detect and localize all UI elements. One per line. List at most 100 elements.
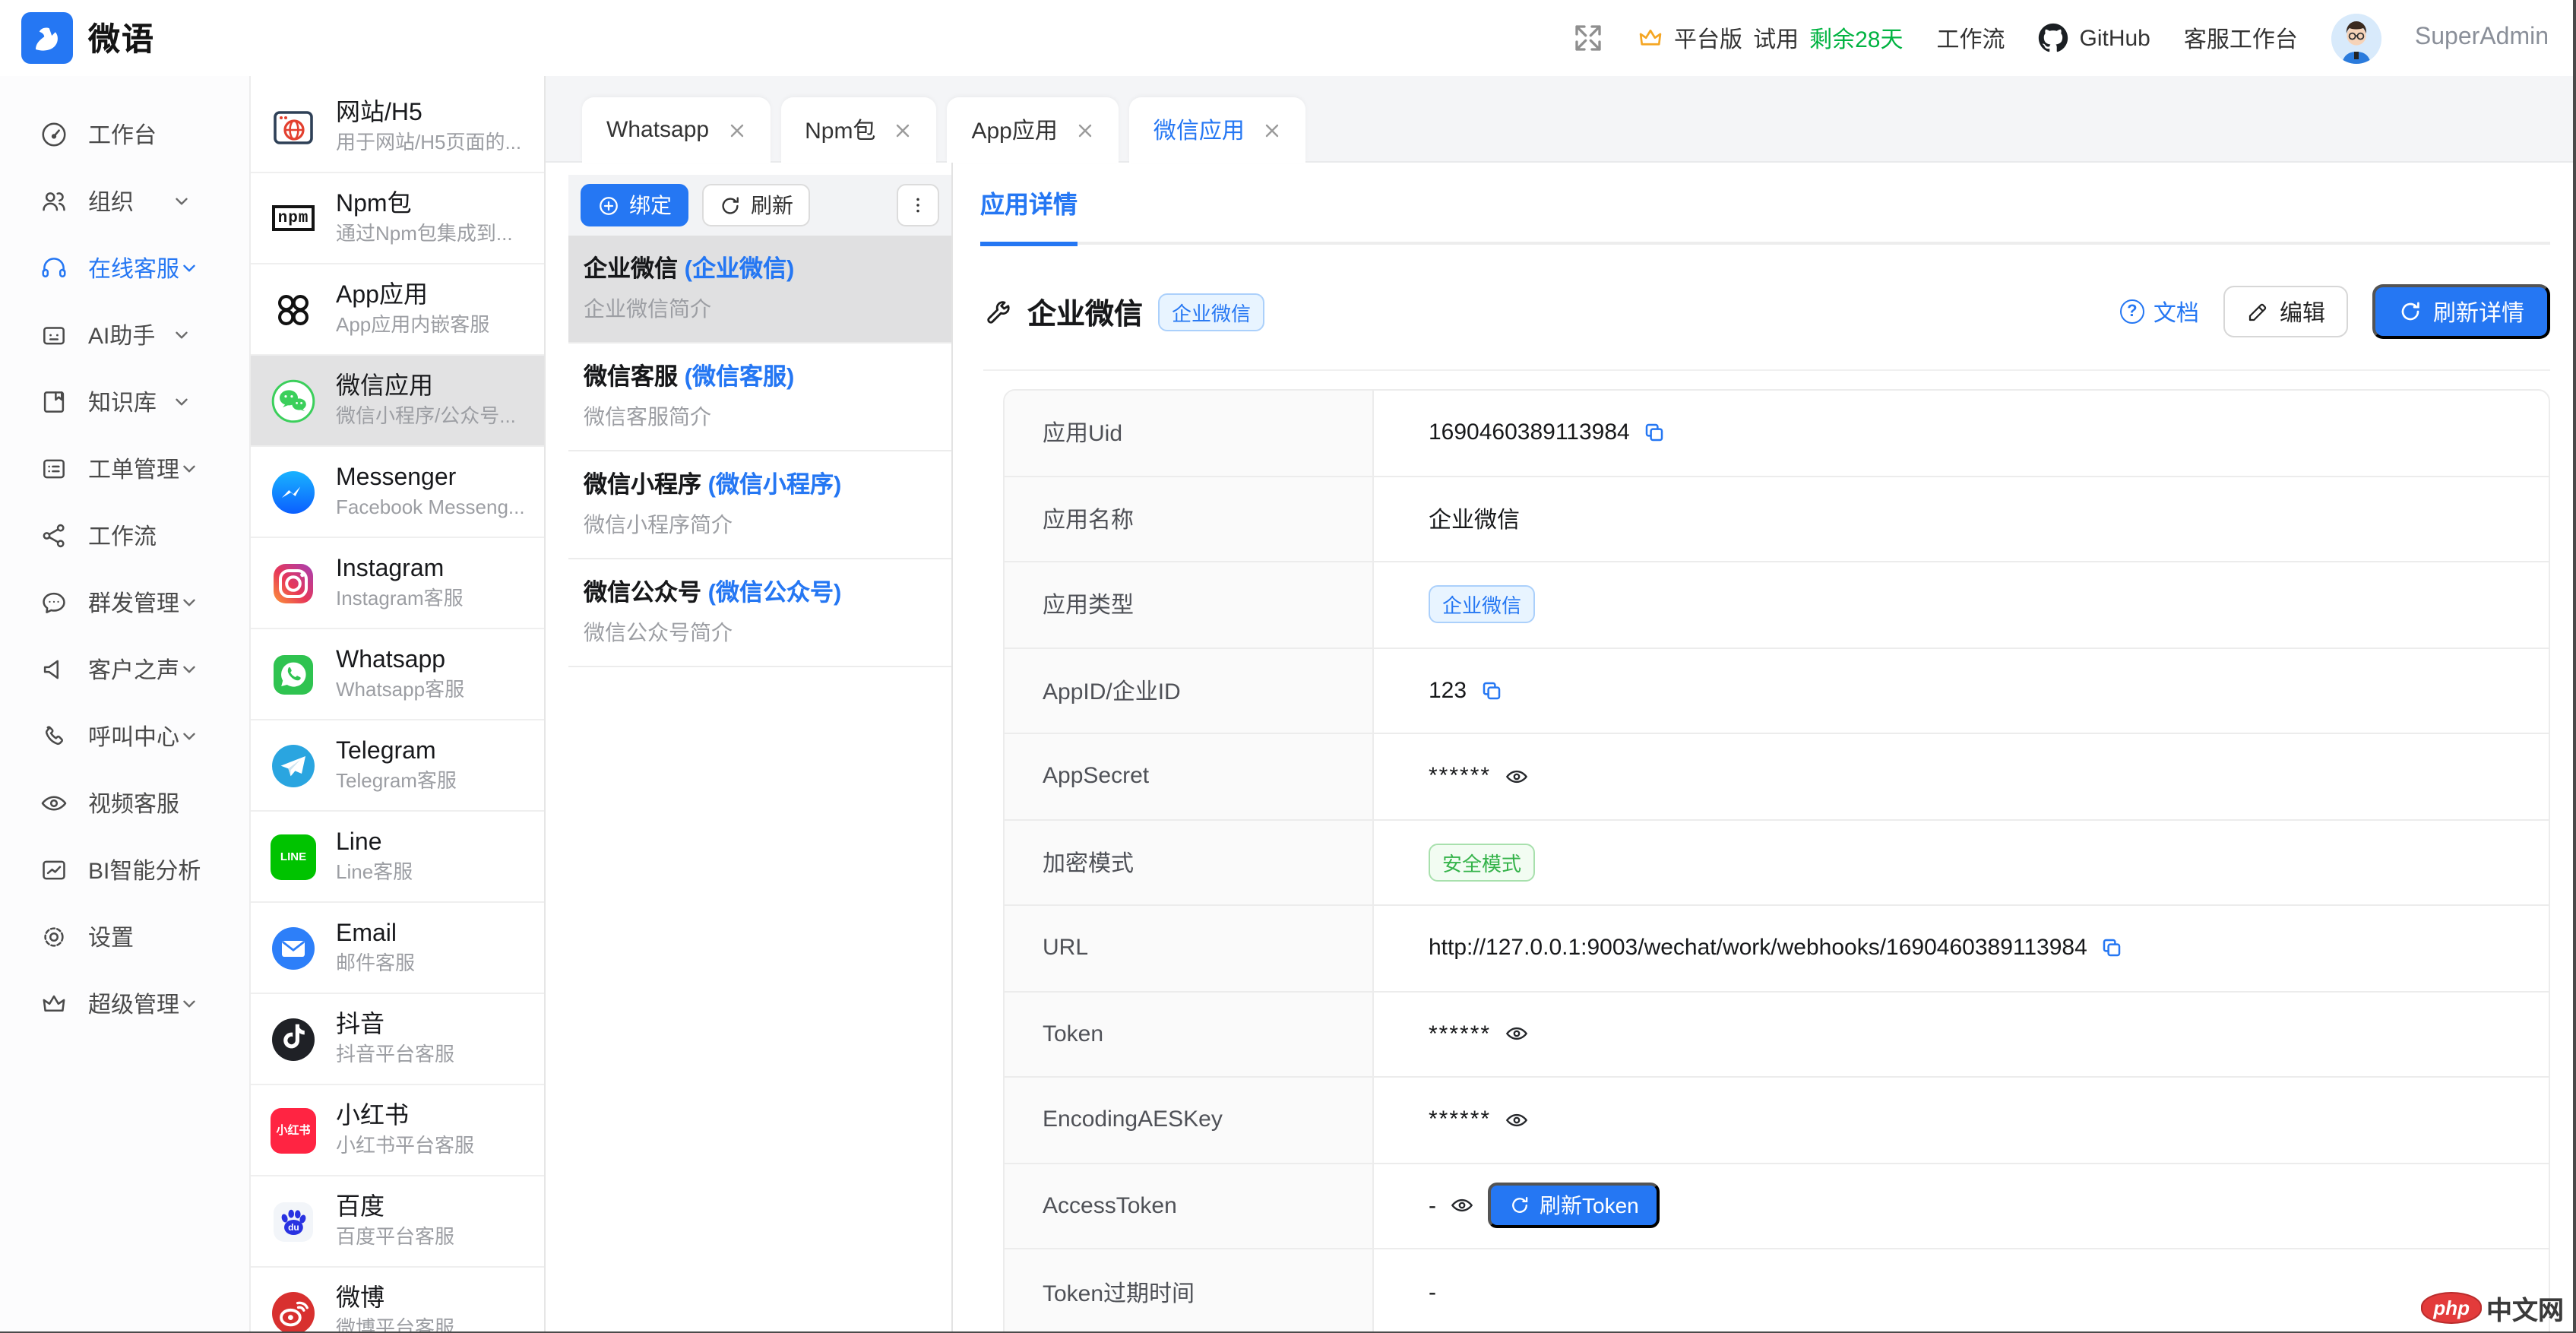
close-icon[interactable] [727, 121, 745, 139]
sidebar-item-knowledge-base[interactable]: 知识库 [0, 368, 249, 435]
topbar-agent-workbench-link[interactable]: 客服工作台 [2184, 22, 2298, 54]
plan-mode: 试用 [1753, 22, 1799, 54]
sidebar-item-broadcast-management[interactable]: 群发管理 [0, 568, 249, 635]
book-icon [40, 387, 68, 416]
close-icon[interactable] [894, 121, 912, 139]
sidebar-item-call-center[interactable]: 呼叫中心 [0, 702, 249, 769]
close-icon[interactable] [1076, 121, 1094, 139]
app-item-wechat-official[interactable]: 微信公众号 (微信公众号) 微信公众号简介 [568, 559, 951, 667]
tab-app-detail[interactable]: 应用详情 [980, 184, 1081, 242]
robot-icon [40, 320, 68, 349]
sidebar-item-video-service[interactable]: 视频客服 [0, 769, 249, 836]
app-item-wechat-service[interactable]: 微信客服 (微信客服) 微信客服简介 [568, 344, 951, 451]
svg-text:du: du [288, 1221, 299, 1232]
sidebar-item-online-service[interactable]: 在线客服 [0, 234, 249, 301]
app-name-value: 企业微信 [1429, 503, 1520, 535]
sidebar-item-workbench[interactable]: 工作台 [0, 100, 249, 167]
topbar-workflow-link[interactable]: 工作流 [1936, 22, 2005, 54]
channel-item-xiaohongshu[interactable]: 小红书小红书平台客服 [251, 1085, 544, 1176]
topbar-github-link[interactable]: GitHub [2039, 23, 2150, 53]
webhook-url-value: http://127.0.0.1:9003/wechat/work/webhoo… [1429, 936, 2087, 961]
app-item-work-wechat[interactable]: 企业微信 (企业微信) 企业微信简介 [568, 236, 951, 344]
table-row-access-token: AccessToken - 刷新Token [1005, 1164, 2549, 1249]
channel-item-app[interactable]: App应用App应用内嵌客服 [251, 264, 544, 356]
doc-link[interactable]: 文档 [2120, 296, 2199, 328]
chevron-down-icon [179, 659, 199, 679]
phone-icon [40, 721, 68, 750]
dove-logo-icon [29, 20, 65, 56]
channel-item-messenger[interactable]: MessengerFacebook Messeng... [251, 447, 544, 538]
list-icon [40, 454, 68, 483]
copy-icon[interactable] [2101, 937, 2124, 960]
chevron-down-icon [172, 391, 191, 411]
table-row-app-type: 应用类型 企业微信 [1005, 562, 2549, 648]
github-icon [2039, 23, 2069, 53]
plan-trial-info[interactable]: 平台版 试用 剩余28天 [1636, 22, 1903, 54]
tab-app[interactable]: App应用 [947, 97, 1118, 163]
channel-item-whatsapp[interactable]: WhatsappWhatsapp客服 [251, 629, 544, 720]
chart-icon [40, 855, 68, 884]
channel-item-baidu[interactable]: du 百度百度平台客服 [251, 1176, 544, 1268]
table-row-uid: 应用Uid 1690460389113984 [1005, 391, 2549, 477]
app-logo[interactable] [21, 12, 73, 64]
app-uid-value: 1690460389113984 [1429, 420, 1630, 446]
app-type-badge: 企业微信 [1158, 293, 1264, 331]
instagram-icon [271, 560, 316, 606]
channel-item-website[interactable]: 网站/H5用于网站/H5页面的... [251, 82, 544, 173]
chevron-down-icon [179, 726, 199, 746]
refresh-icon [2398, 299, 2423, 324]
eye-icon[interactable] [1505, 1022, 1529, 1046]
gauge-icon [40, 119, 68, 148]
table-row-token-expiry: Token过期时间 - [1005, 1249, 2549, 1333]
wrench-icon [983, 297, 1012, 326]
app-item-wechat-miniprogram[interactable]: 微信小程序 (微信小程序) 微信小程序简介 [568, 451, 951, 559]
tab-wechat[interactable]: 微信应用 [1129, 97, 1305, 163]
eye-icon[interactable] [1450, 1194, 1474, 1218]
sidebar-item-bi-analytics[interactable]: BI智能分析 [0, 836, 249, 903]
channel-item-wechat[interactable]: 微信应用微信小程序/公众号... [251, 356, 544, 447]
sidebar-item-ticket-management[interactable]: 工单管理 [0, 435, 249, 502]
tab-npm[interactable]: Npm包 [780, 97, 936, 163]
appid-value: 123 [1429, 678, 1467, 704]
topbar: 微语 平台版 试用 剩余28天 工作流 GitHub [0, 0, 2573, 76]
refresh-button[interactable]: 刷新 [702, 184, 810, 226]
channel-item-weibo[interactable]: 微博微博平台客服 [251, 1268, 544, 1333]
app-grid-icon [271, 287, 316, 332]
crown-icon [1636, 24, 1663, 52]
tab-whatsapp[interactable]: Whatsapp [582, 97, 770, 163]
channel-item-line[interactable]: LineLine客服 [251, 812, 544, 903]
channel-item-instagram[interactable]: InstagramInstagram客服 [251, 538, 544, 629]
sidebar-item-ai-assistant[interactable]: AI助手 [0, 301, 249, 368]
token-value: ****** [1429, 1021, 1491, 1047]
eye-icon[interactable] [1505, 765, 1529, 789]
refresh-detail-button[interactable]: 刷新详情 [2372, 284, 2550, 339]
sidebar-item-settings[interactable]: 设置 [0, 903, 249, 970]
email-icon [271, 925, 316, 970]
copy-icon[interactable] [1480, 679, 1503, 702]
channel-item-email[interactable]: Email邮件客服 [251, 903, 544, 994]
messenger-icon [271, 469, 316, 515]
edit-button[interactable]: 编辑 [2223, 286, 2348, 337]
gear-icon [40, 922, 68, 951]
sidebar-item-organization[interactable]: 组织 [0, 167, 249, 234]
sidebar-item-voice-of-customer[interactable]: 客户之声 [0, 635, 249, 702]
more-actions-button[interactable] [897, 184, 939, 226]
channel-item-telegram[interactable]: TelegramTelegram客服 [251, 720, 544, 812]
copy-icon[interactable] [1644, 422, 1666, 445]
channel-item-douyin[interactable]: 抖音抖音平台客服 [251, 994, 544, 1085]
plan-name: 平台版 [1674, 22, 1742, 54]
refresh-icon [719, 194, 742, 217]
xiaohongshu-icon [271, 1107, 316, 1153]
user-avatar[interactable] [2331, 13, 2381, 63]
eye-icon[interactable] [1505, 1108, 1529, 1132]
refresh-token-button[interactable]: 刷新Token [1488, 1183, 1660, 1229]
active-tab-indicator [980, 242, 1078, 246]
detail-header: 企业微信 企业微信 文档 编辑 [983, 284, 2550, 371]
bind-button[interactable]: 绑定 [581, 184, 688, 226]
sidebar-item-workflow[interactable]: 工作流 [0, 502, 249, 568]
close-icon[interactable] [1263, 121, 1281, 139]
sidebar-item-super-admin[interactable]: 超级管理 [0, 970, 249, 1037]
fullscreen-icon[interactable] [1572, 23, 1603, 53]
crown-icon [40, 989, 68, 1018]
channel-item-npm[interactable]: Npm包通过Npm包集成到... [251, 173, 544, 264]
